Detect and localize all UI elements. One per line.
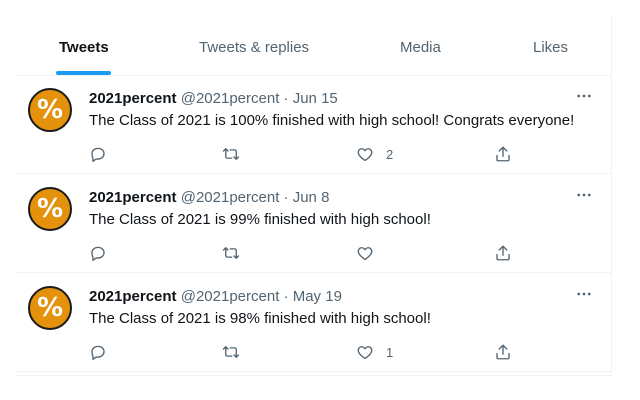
share-button[interactable] xyxy=(494,144,512,164)
share-icon xyxy=(496,146,510,162)
tab-media[interactable]: Media xyxy=(400,16,441,75)
like-icon xyxy=(357,247,373,261)
user-handle[interactable]: @2021percent xyxy=(181,189,280,206)
share-icon xyxy=(496,344,510,360)
user-handle[interactable]: @2021percent xyxy=(181,288,280,305)
retweet-button[interactable] xyxy=(222,243,240,263)
tweet-header: 2021percent @2021percent · Jun 8 xyxy=(89,189,329,206)
avatar[interactable]: % xyxy=(28,187,72,231)
tweet[interactable]: % 2021percent @2021percent · May 19 The … xyxy=(16,274,612,372)
tweet-actions: 1 xyxy=(89,342,589,362)
avatar[interactable]: % xyxy=(28,286,72,330)
retweet-button[interactable] xyxy=(222,342,240,362)
tab-likes[interactable]: Likes xyxy=(533,16,568,75)
tweet-text: The Class of 2021 is 100% finished with … xyxy=(89,112,575,129)
like-icon xyxy=(357,148,373,162)
separator: · xyxy=(283,90,289,107)
tweet-actions xyxy=(89,243,589,263)
tweet-text: The Class of 2021 is 99% finished with h… xyxy=(89,211,431,228)
avatar[interactable]: % xyxy=(28,88,72,132)
active-tab-indicator xyxy=(56,71,111,75)
like-icon xyxy=(357,346,373,360)
reply-icon xyxy=(91,147,105,163)
tab-tweets-and-replies[interactable]: Tweets & replies xyxy=(199,16,309,75)
user-handle[interactable]: @2021percent xyxy=(181,90,280,107)
like-button[interactable]: 2 xyxy=(356,144,393,164)
profile-timeline: Tweets Tweets & replies Media Likes % 20… xyxy=(16,16,612,376)
tweet-date[interactable]: Jun 8 xyxy=(293,189,330,206)
more-icon[interactable] xyxy=(572,183,596,207)
share-button[interactable] xyxy=(494,243,512,263)
profile-tabs: Tweets Tweets & replies Media Likes xyxy=(16,16,612,76)
like-count: 2 xyxy=(386,146,394,162)
display-name[interactable]: 2021percent xyxy=(89,90,177,107)
display-name[interactable]: 2021percent xyxy=(89,189,177,206)
reply-button[interactable] xyxy=(89,342,107,362)
avatar-symbol: % xyxy=(36,194,64,224)
reply-icon xyxy=(91,246,105,262)
like-button[interactable] xyxy=(356,243,386,263)
tweet-actions: 2 xyxy=(89,144,589,164)
retweet-icon xyxy=(222,247,240,259)
tweet-date[interactable]: May 19 xyxy=(293,288,342,305)
tweet-date[interactable]: Jun 15 xyxy=(293,90,338,107)
like-button[interactable]: 1 xyxy=(356,342,393,362)
separator: · xyxy=(283,288,289,305)
share-icon xyxy=(496,245,510,261)
retweet-button[interactable] xyxy=(222,144,240,164)
avatar-symbol: % xyxy=(36,95,64,125)
retweet-icon xyxy=(222,148,240,160)
display-name[interactable]: 2021percent xyxy=(89,288,177,305)
share-button[interactable] xyxy=(494,342,512,362)
tweet[interactable]: % 2021percent @2021percent · Jun 8 The C… xyxy=(16,175,612,273)
tweet[interactable]: % 2021percent @2021percent · Jun 15 The … xyxy=(16,76,612,174)
tweet-header: 2021percent @2021percent · May 19 xyxy=(89,288,342,305)
tab-tweets[interactable]: Tweets xyxy=(59,16,109,75)
like-count: 1 xyxy=(386,344,394,360)
reply-button[interactable] xyxy=(89,144,107,164)
more-icon[interactable] xyxy=(572,282,596,306)
tweet-text: The Class of 2021 is 98% finished with h… xyxy=(89,310,431,327)
separator: · xyxy=(283,189,289,206)
reply-button[interactable] xyxy=(89,243,107,263)
retweet-icon xyxy=(222,346,240,358)
avatar-symbol: % xyxy=(36,293,64,323)
reply-icon xyxy=(91,345,105,361)
tweet-header: 2021percent @2021percent · Jun 15 xyxy=(89,90,338,107)
more-icon[interactable] xyxy=(572,84,596,108)
